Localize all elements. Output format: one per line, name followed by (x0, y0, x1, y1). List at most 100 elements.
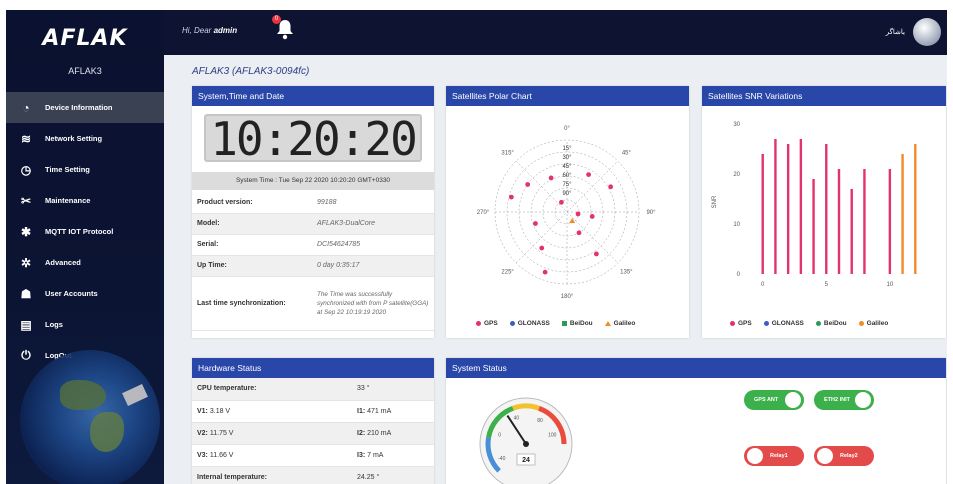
toggle-label: ETH2 INIT (824, 397, 850, 403)
users-icon: ☗ (20, 286, 32, 301)
polar-legend: GPS GLONASS BeiDou Galileo (476, 320, 635, 327)
toggle-label: Relay1 (770, 453, 788, 459)
x-tick-label: 10 (887, 282, 894, 288)
avatar[interactable] (913, 18, 941, 46)
table-row: Internal temperature: 24.25 ° (192, 466, 434, 484)
info-key: Serial: (192, 234, 312, 256)
legend-item[interactable]: Galileo (858, 320, 888, 327)
hw-cell-right: 33 ° (352, 378, 434, 401)
app-window: AFLAK AFLAK3 ◔ Device Information ≋ Network… (6, 10, 947, 484)
hw-value: 24.25 ° (357, 473, 380, 481)
sidebar-item-advanced[interactable]: ✲ Advanced (6, 247, 164, 278)
snr-legend: GPS GLONASS BeiDou Galileo (730, 320, 888, 327)
legend-item[interactable]: BeiDou (815, 320, 847, 327)
snr-bar (761, 154, 764, 274)
snr-bar (786, 144, 790, 274)
sidebar-item-mqtt-iot-protocol[interactable]: ✱ MQTT IOT Protocol (6, 216, 164, 247)
hw-cell-left: V2: 11.75 V (192, 422, 352, 445)
notification-bell-button[interactable]: 0 (272, 15, 294, 40)
sidebar-item-label: Time Setting (45, 165, 90, 174)
sidebar-item-label: Device Information (45, 103, 113, 112)
sidebar-item-network-setting[interactable]: ≋ Network Setting (6, 123, 164, 154)
hw-key: V2: (197, 429, 208, 437)
angle-label: 225° (501, 269, 514, 275)
elevation-label: 60° (562, 173, 572, 179)
y-tick-label: 10 (733, 222, 740, 228)
sidebar: AFLAK AFLAK3 ◔ Device Information ≋ Network… (6, 10, 164, 484)
satellite-point-gps (593, 251, 599, 257)
sidebar-item-label: User Accounts (45, 289, 98, 298)
hw-cell-left: V1: 3.18 V (192, 400, 352, 423)
table-row: Serial: DCI54624785 (192, 234, 434, 256)
legend-item[interactable]: GPS (476, 320, 498, 327)
legend-item[interactable]: Galileo (604, 320, 636, 327)
snr-bar (774, 139, 777, 274)
legend-marker (604, 321, 611, 326)
status-card-title: System Status (446, 358, 946, 378)
hw-value: 33 ° (357, 385, 370, 393)
elevation-label: 75° (562, 182, 572, 188)
info-key: Product version: (192, 192, 312, 214)
cog-icon: ✲ (20, 255, 32, 270)
legend-marker (763, 321, 769, 326)
legend-marker (509, 321, 515, 326)
tools-icon: ✂ (20, 193, 32, 208)
toggle-knob (785, 392, 801, 408)
snr-bar (812, 179, 815, 274)
angle-label: 270° (477, 210, 490, 216)
satellite-point-gps (539, 245, 545, 251)
snr-bar (888, 169, 892, 274)
power-icon: ⏻ (21, 348, 31, 362)
sidebar-item-maintenance[interactable]: ✂ Maintenance (6, 185, 164, 216)
gauge-band (512, 403, 540, 411)
hw-key: CPU temperature: (197, 385, 257, 393)
angle-label: 315° (501, 151, 514, 157)
legend-marker (858, 321, 864, 326)
hardware-card-title: Hardware Status (192, 358, 434, 378)
satellite-point-galileo (569, 218, 576, 224)
eth2-init-toggle[interactable]: ETH2 INIT (814, 390, 874, 410)
legend-marker (730, 321, 735, 326)
toggle-knob (855, 392, 871, 408)
snr-bar (914, 144, 917, 274)
y-axis-label: SNR (712, 195, 718, 208)
relay2-toggle[interactable]: Relay2 (814, 446, 874, 466)
legend-item[interactable]: GLONASS (509, 320, 550, 327)
toggle-knob (747, 448, 763, 464)
notification-badge: 0 (272, 15, 281, 24)
system-card-title: System,Time and Date (192, 86, 434, 106)
legend-item[interactable]: BeiDou (561, 320, 593, 327)
status-card: System Status -40 0 40 80 100 24 GPS ANT ETH2… (446, 358, 946, 484)
info-key: Up Time: (192, 255, 312, 277)
hw-value: 471 mA (367, 407, 392, 415)
greeting: Hi, Dear admin (182, 26, 237, 35)
sidebar-item-user-accounts[interactable]: ☗ User Accounts (6, 278, 164, 309)
sidebar-item-logs[interactable]: ▤ Logs (6, 309, 164, 340)
toggle-knob (817, 448, 833, 464)
hw-cell-left: V3: 11.66 V (192, 444, 352, 467)
legend-item[interactable]: GLONASS (763, 320, 804, 327)
angle-label: 135° (620, 269, 633, 275)
gps-ant-toggle[interactable]: GPS ANT (744, 390, 804, 410)
page-title: AFLAK3 (AFLAK3-0094fc) (192, 66, 310, 77)
relay1-toggle[interactable]: Relay1 (744, 446, 804, 466)
sidebar-item-label: Network Setting (45, 134, 103, 143)
x-tick-label: 5 (825, 282, 829, 288)
angle-label: 180° (561, 294, 574, 300)
sidebar-item-device-information[interactable]: ◔ Device Information (6, 92, 164, 123)
polar-card-title: Satellites Polar Chart (446, 86, 689, 106)
table-row: CPU temperature: 33 ° (192, 378, 434, 401)
legend-marker (561, 321, 567, 326)
info-value: AFLAK3-DualCore (312, 213, 434, 235)
gauge-hub (523, 441, 529, 447)
legend-label: BeiDou (823, 320, 847, 327)
sidebar-item-label: Logs (45, 320, 63, 329)
table-row: V2: 11.75 V I2: 210 mA (192, 422, 434, 445)
user-display-name[interactable]: یاشاگر (886, 28, 905, 36)
temperature-gauge: -40 0 40 80 100 24 (479, 397, 573, 484)
sidebar-item-time-setting[interactable]: ◷ Time Setting (6, 154, 164, 185)
legend-item[interactable]: GPS (730, 320, 752, 327)
hardware-card: Hardware Status CPU temperature: 33 ° V1:… (192, 358, 434, 484)
info-key: Last time synchronization: (192, 276, 312, 331)
legend-label: Galileo (613, 320, 636, 327)
